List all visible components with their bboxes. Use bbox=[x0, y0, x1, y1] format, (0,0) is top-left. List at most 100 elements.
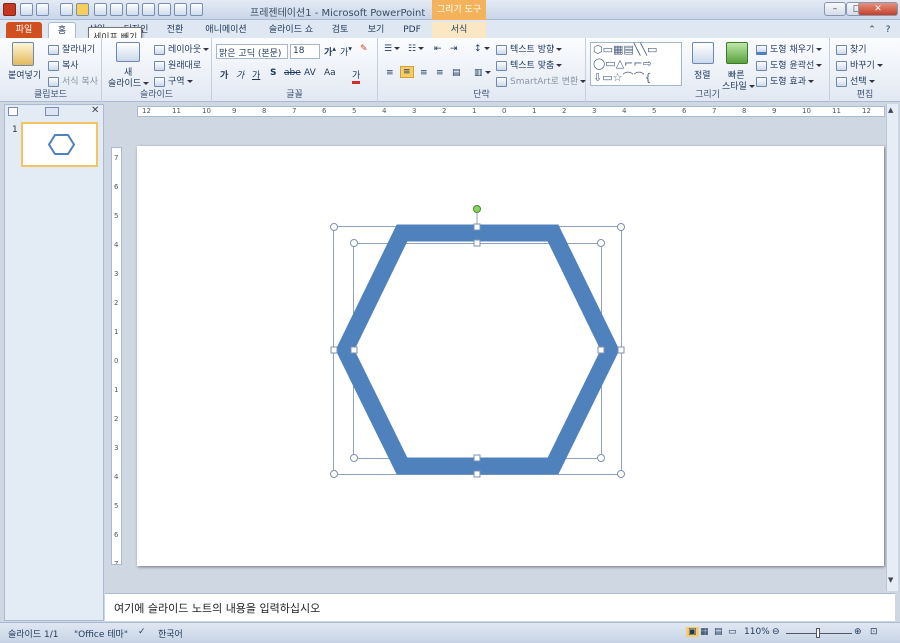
shape-union-icon[interactable] bbox=[94, 3, 107, 16]
shape-fill-button[interactable]: 도형 채우기 bbox=[756, 42, 823, 55]
slide-thumbnail[interactable] bbox=[21, 122, 98, 167]
scroll-down-icon[interactable]: ▼ bbox=[888, 576, 897, 585]
tab-review[interactable]: 검토 bbox=[326, 22, 354, 38]
save-icon[interactable] bbox=[20, 3, 33, 16]
align-center-button[interactable]: ≡ bbox=[400, 66, 414, 78]
outline-tab-icon[interactable] bbox=[45, 107, 59, 116]
resize-handle[interactable] bbox=[617, 470, 625, 478]
distribute-button[interactable]: ▤ bbox=[452, 68, 461, 78]
numbering-button[interactable]: ☷ bbox=[408, 44, 425, 54]
justify-button[interactable]: ≡ bbox=[436, 68, 444, 78]
align-text-button[interactable]: 텍스트 맞춤 bbox=[496, 58, 563, 71]
fit-slide-icon[interactable]: ⊡ bbox=[870, 627, 878, 637]
tab-animations[interactable]: 애니메이션 bbox=[198, 22, 254, 38]
smartart-button[interactable]: SmartArt로 변환 bbox=[496, 74, 587, 87]
copy-button[interactable]: 복사 bbox=[48, 58, 79, 71]
text-direction-button[interactable]: 텍스트 방향 bbox=[496, 42, 563, 55]
slides-tab-icon[interactable] bbox=[8, 107, 18, 116]
redo-icon[interactable] bbox=[60, 3, 73, 16]
shape-outline-button[interactable]: 도형 윤곽선 bbox=[756, 58, 823, 71]
language[interactable]: 한국어 bbox=[158, 627, 183, 640]
resize-handle[interactable] bbox=[597, 454, 605, 462]
reading-view-icon[interactable]: ▤ bbox=[714, 627, 723, 637]
align-right-button[interactable]: ≡ bbox=[420, 68, 428, 78]
zoom-out-icon[interactable]: ⊖ bbox=[772, 627, 780, 637]
slide-canvas[interactable] bbox=[137, 146, 884, 566]
align-left-button[interactable]: ≡ bbox=[386, 68, 394, 78]
resize-handle[interactable] bbox=[330, 223, 338, 231]
quick-access-icon[interactable] bbox=[158, 3, 171, 16]
reset-button[interactable]: 원래대로 bbox=[154, 58, 201, 71]
sorter-view-icon[interactable]: ▦ bbox=[700, 627, 709, 637]
resize-handle[interactable] bbox=[597, 346, 605, 354]
arrange-icon[interactable] bbox=[692, 42, 714, 64]
spellcheck-icon[interactable]: ✓ bbox=[138, 627, 146, 637]
zoom-slider-thumb[interactable] bbox=[816, 628, 820, 638]
resize-handle[interactable] bbox=[473, 223, 481, 231]
arrange-button[interactable]: 정렬 bbox=[694, 68, 711, 81]
minimize-button[interactable]: – bbox=[824, 2, 846, 16]
close-pane-icon[interactable]: ✕ bbox=[91, 105, 99, 116]
grow-font-button[interactable]: 가▴ bbox=[324, 44, 336, 58]
format-painter-button[interactable]: 서식 복사 bbox=[48, 74, 98, 87]
resize-handle[interactable] bbox=[350, 454, 358, 462]
shape-effects-button[interactable]: 도형 효과 bbox=[756, 74, 814, 87]
font-size-select[interactable]: 18 bbox=[290, 44, 320, 59]
decrease-indent-button[interactable]: ⇤ bbox=[434, 44, 442, 54]
help-icon[interactable]: ? bbox=[882, 22, 894, 38]
resize-handle[interactable] bbox=[473, 239, 481, 247]
notes-pane[interactable]: 여기에 슬라이드 노트의 내용을 입력하십시오 bbox=[105, 593, 895, 621]
resize-handle[interactable] bbox=[330, 470, 338, 478]
resize-handle[interactable] bbox=[597, 239, 605, 247]
resize-handle[interactable] bbox=[617, 223, 625, 231]
resize-handle[interactable] bbox=[350, 346, 358, 354]
tab-transitions[interactable]: 전환 bbox=[160, 22, 190, 38]
shrink-font-button[interactable]: 가▾ bbox=[340, 44, 352, 58]
shape-intersect-icon[interactable] bbox=[126, 3, 139, 16]
normal-view-icon[interactable]: ▣ bbox=[686, 627, 699, 637]
italic-button[interactable]: 가 bbox=[236, 68, 244, 81]
shapes-gallery[interactable]: ⬡▭▦▤╲╲▭ ◯▭△⌐⌐⇨ ⇩▭☆⌒⌒{ bbox=[590, 42, 682, 86]
shape-combine-icon[interactable] bbox=[110, 3, 123, 16]
font-color-button[interactable]: 가 bbox=[352, 68, 361, 84]
clear-format-button[interactable]: ✎ bbox=[360, 44, 368, 54]
tab-file[interactable]: 파일 bbox=[6, 22, 42, 38]
theme-name[interactable]: "Office 테마" bbox=[74, 627, 128, 640]
line-spacing-button[interactable]: ↕ bbox=[474, 44, 490, 54]
paste-button[interactable]: 붙여넣기 bbox=[8, 68, 41, 81]
quick-styles-icon[interactable] bbox=[726, 42, 748, 64]
layout-button[interactable]: 레이아웃 bbox=[154, 42, 210, 55]
resize-handle[interactable] bbox=[473, 454, 481, 462]
slideshow-view-icon[interactable]: ▭ bbox=[728, 627, 737, 637]
folder-icon[interactable] bbox=[174, 3, 187, 16]
shape-subtract-icon[interactable] bbox=[76, 3, 89, 16]
font-name-select[interactable]: 맑은 고딕 (본문) bbox=[216, 44, 288, 59]
increase-indent-button[interactable]: ⇥ bbox=[450, 44, 458, 54]
section-button[interactable]: 구역 bbox=[154, 74, 193, 87]
strikethrough-button[interactable]: abe bbox=[284, 68, 301, 78]
tab-home[interactable]: 홈 bbox=[48, 22, 76, 38]
tab-slideshow[interactable]: 슬라이드 쇼 bbox=[260, 22, 322, 38]
find-button[interactable]: 찾기 bbox=[836, 42, 867, 55]
shadow-button[interactable]: S bbox=[270, 68, 276, 78]
undo-icon[interactable] bbox=[36, 3, 49, 16]
tab-format[interactable]: 서식 bbox=[432, 22, 486, 38]
replace-button[interactable]: 바꾸기 bbox=[836, 58, 883, 71]
bold-button[interactable]: 가 bbox=[220, 68, 228, 81]
hexagon-shape[interactable] bbox=[335, 224, 620, 475]
zoom-in-icon[interactable]: ⊕ bbox=[854, 627, 862, 637]
resize-handle[interactable] bbox=[473, 470, 481, 478]
cut-button[interactable]: 잘라내기 bbox=[48, 42, 95, 55]
zoom-level[interactable]: 110% bbox=[744, 627, 770, 637]
underline-button[interactable]: 가 bbox=[252, 68, 260, 81]
folder-icon[interactable] bbox=[190, 3, 203, 16]
paste-icon[interactable] bbox=[12, 42, 34, 66]
tab-pdf[interactable]: PDF bbox=[398, 22, 426, 38]
tab-view[interactable]: 보기 bbox=[362, 22, 390, 38]
bullets-button[interactable]: ☰ bbox=[384, 44, 401, 54]
resize-handle[interactable] bbox=[617, 346, 625, 354]
resize-handle[interactable] bbox=[350, 239, 358, 247]
new-slide-icon[interactable] bbox=[116, 42, 140, 62]
quick-access-icon[interactable] bbox=[142, 3, 155, 16]
change-case-button[interactable]: Aa bbox=[324, 68, 336, 78]
